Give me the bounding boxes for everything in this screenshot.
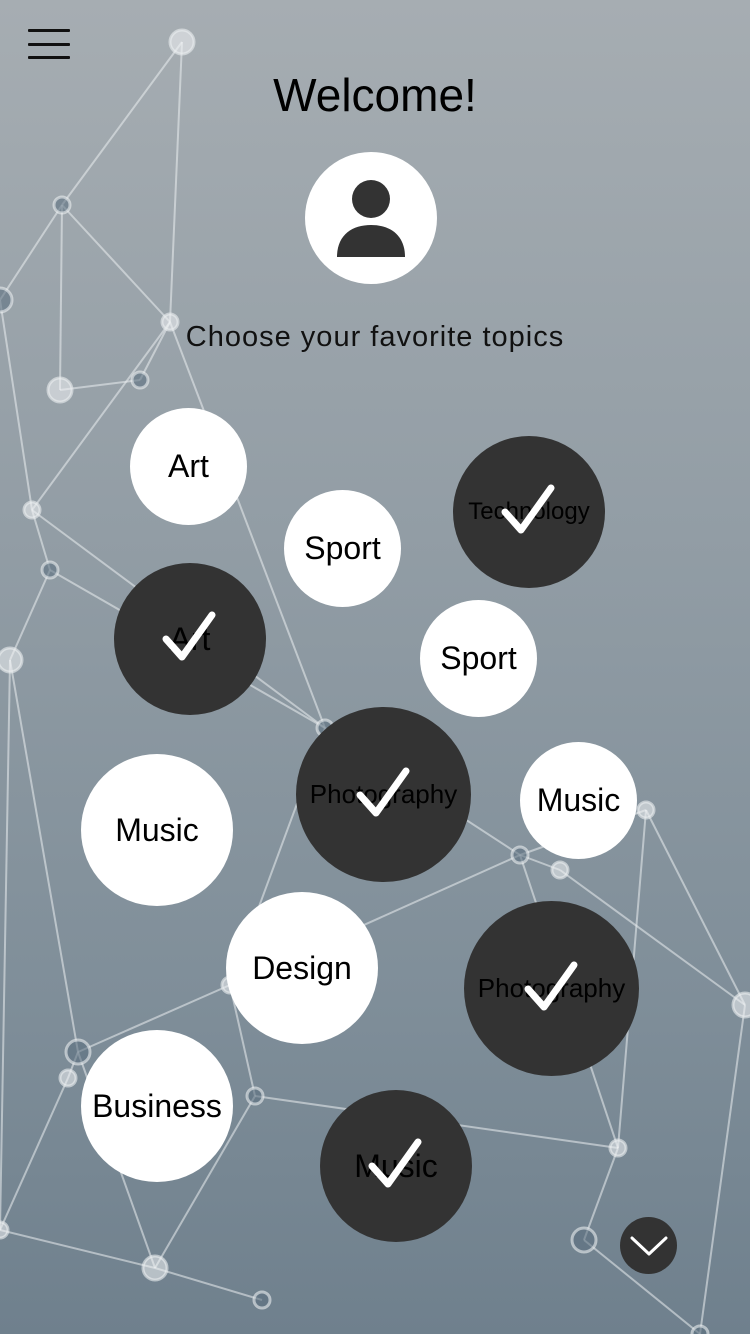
network-node bbox=[510, 845, 530, 865]
topic-label: Music bbox=[115, 811, 199, 848]
topics-subtitle: Choose your favorite topics bbox=[185, 321, 565, 353]
network-node bbox=[22, 500, 42, 520]
network-node bbox=[550, 860, 570, 880]
topic-label: Sport bbox=[440, 640, 517, 676]
network-line bbox=[699, 1004, 746, 1334]
network-line bbox=[61, 41, 183, 206]
topic-label: Music bbox=[536, 782, 621, 818]
topic-label: Business bbox=[92, 1087, 222, 1124]
network-line bbox=[61, 204, 171, 323]
network-line bbox=[154, 1267, 263, 1301]
network-node bbox=[64, 1038, 92, 1066]
network-node bbox=[690, 1324, 710, 1334]
topic-bubble[interactable]: Art bbox=[130, 408, 247, 525]
topic-bubble[interactable]: Sport bbox=[420, 600, 537, 717]
hamburger-menu-icon[interactable] bbox=[28, 26, 72, 62]
checkmark-icon bbox=[368, 1138, 422, 1188]
network-node bbox=[731, 991, 750, 1019]
network-line bbox=[0, 204, 63, 301]
topic-label: Design bbox=[252, 949, 352, 986]
network-node bbox=[636, 800, 656, 820]
topic-bubble[interactable]: Music bbox=[520, 742, 637, 859]
checkmark-icon bbox=[501, 484, 555, 534]
network-line bbox=[0, 1229, 156, 1269]
scroll-down-button[interactable] bbox=[620, 1217, 677, 1274]
checkmark-icon bbox=[356, 767, 409, 816]
network-node bbox=[570, 1226, 598, 1254]
topic-bubble[interactable]: Sport bbox=[284, 490, 401, 607]
network-node bbox=[0, 286, 14, 314]
network-node bbox=[168, 28, 196, 56]
topic-bubble-selected[interactable]: Photography bbox=[464, 901, 639, 1076]
network-node bbox=[52, 195, 72, 215]
network-line bbox=[9, 569, 51, 661]
topic-bubble-selected[interactable]: Technology bbox=[453, 436, 605, 588]
topic-bubble-selected[interactable]: Music bbox=[320, 1090, 472, 1242]
user-avatar-icon bbox=[337, 180, 405, 257]
network-line bbox=[645, 809, 746, 1006]
network-node bbox=[608, 1138, 628, 1158]
network-node bbox=[130, 370, 150, 390]
avatar[interactable] bbox=[305, 152, 437, 284]
network-line bbox=[0, 1077, 69, 1231]
network-node bbox=[40, 560, 60, 580]
topic-bubble[interactable]: Music bbox=[81, 754, 233, 906]
network-line bbox=[9, 659, 79, 1053]
network-line bbox=[0, 659, 11, 1231]
network-node bbox=[58, 1068, 78, 1088]
checkmark-icon bbox=[524, 961, 577, 1010]
checkmark-icon bbox=[162, 611, 216, 661]
network-node bbox=[245, 1086, 265, 1106]
topic-bubble[interactable]: Design bbox=[226, 892, 378, 1044]
topic-bubble[interactable]: Business bbox=[81, 1030, 233, 1182]
network-node bbox=[46, 376, 74, 404]
topic-label: Art bbox=[168, 448, 209, 484]
network-node bbox=[0, 646, 24, 674]
topic-bubble-selected[interactable]: Photography bbox=[296, 707, 471, 882]
network-node bbox=[0, 1220, 10, 1240]
topic-bubble-selected[interactable]: Art bbox=[114, 563, 266, 715]
page-title: Welcome! bbox=[273, 69, 477, 121]
topic-label: Sport bbox=[304, 530, 381, 566]
network-node bbox=[141, 1254, 169, 1282]
network-line bbox=[583, 1147, 619, 1241]
network-line bbox=[59, 204, 63, 391]
network-node bbox=[252, 1290, 272, 1310]
chevron-down-icon bbox=[630, 1236, 667, 1255]
